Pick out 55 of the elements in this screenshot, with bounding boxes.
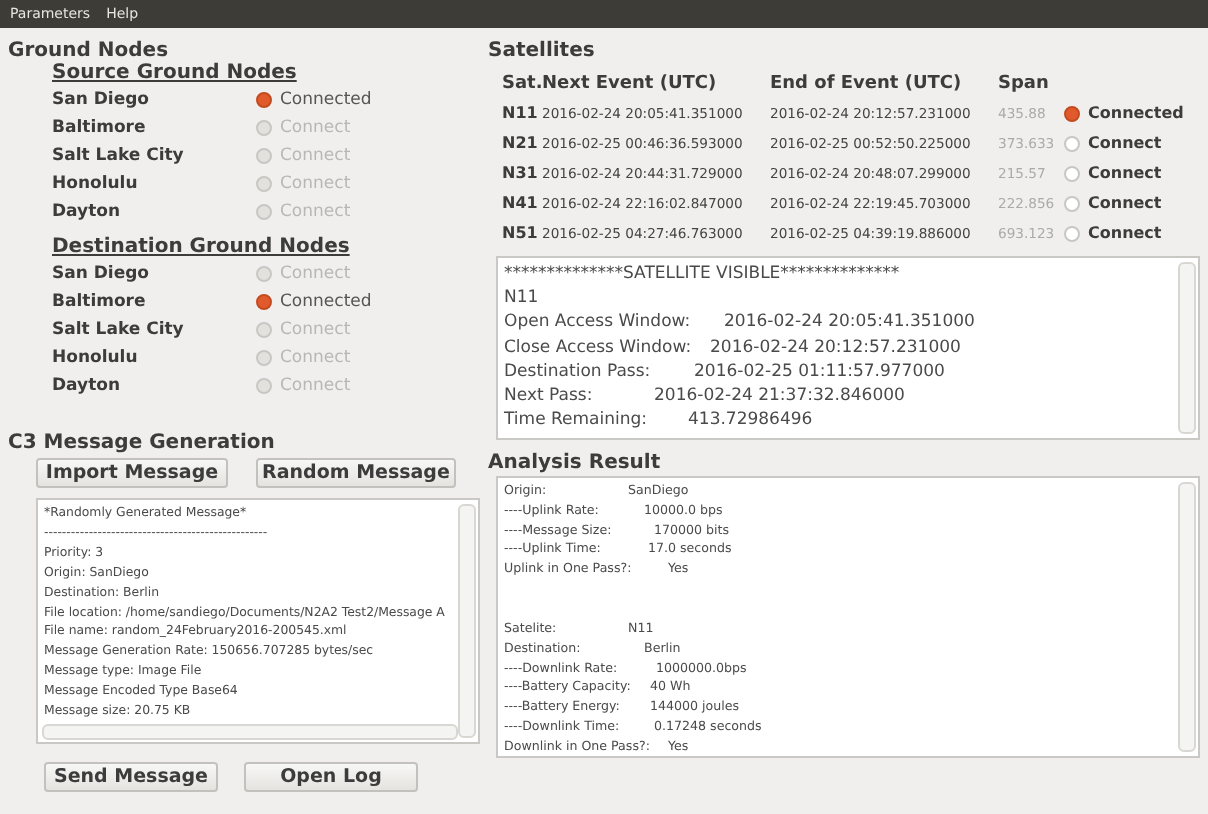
- info-label: Open Access Window:: [504, 310, 693, 336]
- section-title: C3 Message Generation: [8, 432, 277, 454]
- node-name: Salt Lake City: [52, 320, 186, 340]
- table-cell-text: N51: [502, 222, 538, 246]
- message-button[interactable]: Random Message: [256, 458, 456, 488]
- section-title: Ground Nodes: [8, 40, 171, 62]
- connect-radio[interactable]: Connect: [1064, 224, 1200, 242]
- message-button[interactable]: Send Message: [44, 762, 218, 792]
- info-value: 2016-02-24 20:12:57.231000: [710, 335, 961, 360]
- message-button[interactable]: Open Log: [244, 762, 418, 792]
- satellite-info-area[interactable]: [496, 256, 1200, 440]
- connect-radio[interactable]: Connect: [1064, 164, 1200, 182]
- info-label: Destination Pass:: [504, 359, 653, 385]
- info-line: N11: [504, 286, 539, 311]
- info-label: Time Remaining:: [504, 408, 650, 433]
- column-header: Sat.: [502, 71, 538, 97]
- info-line: **************SATELLITE VISIBLE**************: [504, 262, 900, 287]
- table-cell-text: N41: [502, 192, 538, 216]
- node-name: Baltimore: [52, 118, 148, 138]
- scrollbar[interactable]: [1178, 262, 1196, 434]
- table-cell-text: N31: [502, 162, 538, 186]
- info-value: 2016-02-24 21:37:32.846000: [654, 384, 905, 409]
- column-header: Span: [998, 71, 1051, 97]
- group-heading: Destination Ground Nodes: [52, 236, 352, 258]
- connect-radio[interactable]: Connect: [1064, 134, 1200, 152]
- table-cell-text: N11: [502, 102, 538, 126]
- node-name: Salt Lake City: [52, 146, 186, 166]
- message-text-area[interactable]: [36, 498, 480, 744]
- connect-radio[interactable]: Connect: [1064, 194, 1200, 212]
- node-name: Dayton: [52, 202, 123, 222]
- info-label: Close Access Window:: [504, 335, 694, 360]
- node-name: Honolulu: [52, 348, 140, 368]
- table-cell-text: N21: [502, 132, 538, 156]
- column-header: End of Event (UTC): [770, 71, 964, 97]
- node-name: Baltimore: [52, 292, 148, 312]
- info-label: Next Pass:: [504, 384, 595, 409]
- analysis-text-area[interactable]: [496, 476, 1200, 758]
- scrollbar[interactable]: [42, 724, 458, 740]
- group-heading: Source Ground Nodes: [52, 62, 299, 84]
- node-name: San Diego: [52, 90, 152, 110]
- node-name: Honolulu: [52, 174, 140, 194]
- scrollbar[interactable]: [458, 504, 476, 738]
- info-value: 413.72986496: [688, 408, 813, 433]
- connect-radio[interactable]: Connected: [1064, 104, 1200, 122]
- info-value: 2016-02-25 01:11:57.977000: [694, 359, 945, 385]
- info-value: 2016-02-24 20:05:41.351000: [724, 310, 975, 336]
- scrollbar[interactable]: [1178, 482, 1196, 752]
- node-name: San Diego: [52, 264, 152, 284]
- connect-radio[interactable]: Connected: [256, 90, 372, 110]
- section-title: Satellites: [488, 40, 597, 62]
- node-name: Dayton: [52, 376, 123, 396]
- column-header: Next Event (UTC): [542, 71, 719, 97]
- section-title: Analysis Result: [488, 452, 663, 474]
- message-button[interactable]: Import Message: [36, 458, 228, 488]
- connect-radio[interactable]: Connected: [256, 292, 372, 312]
